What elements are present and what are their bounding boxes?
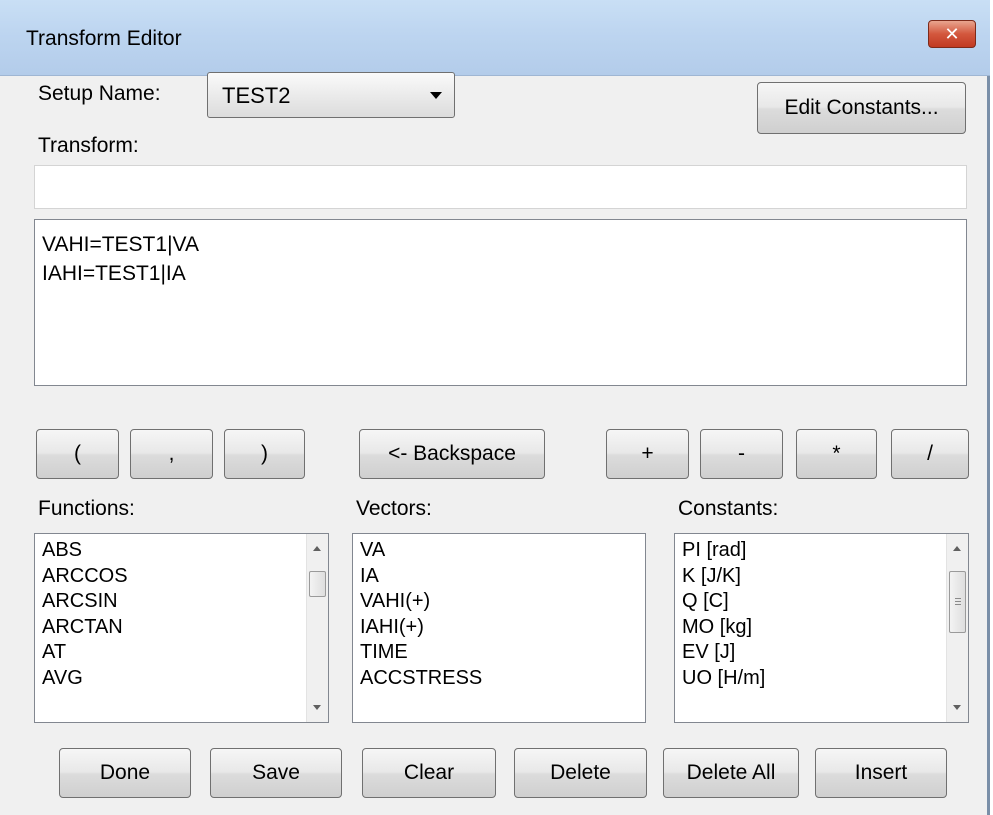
close-paren-label: ) — [261, 442, 268, 465]
grip-line — [955, 604, 961, 605]
edit-constants-label: Edit Constants... — [784, 96, 939, 119]
backspace-button[interactable]: <- Backspace — [359, 429, 545, 479]
close-icon: ✕ — [944, 23, 960, 44]
insert-button[interactable]: Insert — [815, 748, 947, 798]
vector-item[interactable]: VAHI(+) — [353, 589, 645, 615]
transform-input[interactable] — [34, 165, 967, 209]
minus-label: - — [738, 442, 745, 465]
delete-all-button[interactable]: Delete All — [663, 748, 799, 798]
constant-item[interactable]: MO [kg] — [675, 615, 968, 641]
plus-label: + — [641, 442, 654, 465]
constants-scrollbar[interactable] — [946, 534, 968, 722]
vector-item[interactable]: IA — [353, 564, 645, 590]
constant-item[interactable]: Q [C] — [675, 589, 968, 615]
transform-line[interactable]: IAHI=TEST1|IA — [42, 259, 966, 288]
vectors-listbox[interactable]: VA IA VAHI(+) IAHI(+) TIME ACCSTRESS — [352, 533, 646, 723]
close-paren-button[interactable]: ) — [224, 429, 305, 479]
vector-item[interactable]: VA — [353, 538, 645, 564]
functions-scrollbar[interactable] — [306, 534, 328, 722]
setup-name-dropdown[interactable]: TEST2 — [207, 72, 455, 118]
vectors-label: Vectors: — [356, 497, 432, 520]
minus-button[interactable]: - — [700, 429, 783, 479]
function-item[interactable]: AT — [35, 640, 328, 666]
scroll-down-arrow-icon[interactable] — [953, 705, 961, 710]
constant-item[interactable]: PI [rad] — [675, 538, 968, 564]
delete-label: Delete — [550, 761, 611, 784]
open-paren-label: ( — [74, 442, 81, 465]
transform-line[interactable]: VAHI=TEST1|VA — [42, 230, 966, 259]
divide-button[interactable]: / — [891, 429, 969, 479]
functions-scroll-thumb[interactable] — [309, 571, 326, 597]
constant-item[interactable]: UO [H/m] — [675, 666, 968, 692]
vector-item[interactable]: IAHI(+) — [353, 615, 645, 641]
function-item[interactable]: ABS — [35, 538, 328, 564]
insert-label: Insert — [854, 761, 908, 784]
function-item[interactable]: ARCSIN — [35, 589, 328, 615]
constant-item[interactable]: K [J/K] — [675, 564, 968, 590]
constants-listbox[interactable]: PI [rad] K [J/K] Q [C] MO [kg] EV [J] UO… — [674, 533, 969, 723]
vector-item[interactable]: ACCSTRESS — [353, 666, 645, 692]
scroll-up-arrow-icon[interactable] — [313, 546, 321, 551]
scroll-up-arrow-icon[interactable] — [953, 546, 961, 551]
edit-constants-button[interactable]: Edit Constants... — [757, 82, 966, 134]
transform-label: Transform: — [38, 134, 139, 157]
delete-all-label: Delete All — [686, 761, 776, 784]
grip-line — [955, 601, 961, 602]
multiply-button[interactable]: * — [796, 429, 877, 479]
function-item[interactable]: AVG — [35, 666, 328, 692]
grip-line — [955, 598, 961, 599]
plus-button[interactable]: + — [606, 429, 689, 479]
backspace-label: <- Backspace — [388, 442, 516, 465]
scroll-down-arrow-icon[interactable] — [313, 705, 321, 710]
transform-input-value — [35, 169, 43, 192]
close-button[interactable]: ✕ — [928, 20, 976, 48]
functions-label: Functions: — [38, 497, 135, 520]
clear-label: Clear — [403, 761, 455, 784]
comma-label: , — [168, 442, 175, 465]
clear-button[interactable]: Clear — [362, 748, 496, 798]
constants-label: Constants: — [678, 497, 779, 520]
vector-item[interactable]: TIME — [353, 640, 645, 666]
functions-listbox[interactable]: ABS ARCCOS ARCSIN ARCTAN AT AVG — [34, 533, 329, 723]
divide-label: / — [927, 442, 933, 465]
transform-editor-window: Transform Editor ✕ Setup Name: TEST2 Edi… — [0, 0, 990, 815]
save-button[interactable]: Save — [210, 748, 342, 798]
title-bar: Transform Editor ✕ — [0, 0, 990, 76]
done-label: Done — [99, 761, 151, 784]
function-item[interactable]: ARCTAN — [35, 615, 328, 641]
constants-scroll-thumb[interactable] — [949, 571, 966, 633]
save-label: Save — [252, 761, 300, 784]
function-item[interactable]: ARCCOS — [35, 564, 328, 590]
open-paren-button[interactable]: ( — [36, 429, 119, 479]
chevron-down-icon — [430, 92, 442, 99]
comma-button[interactable]: , — [130, 429, 213, 479]
constant-item[interactable]: EV [J] — [675, 640, 968, 666]
transform-list[interactable]: VAHI=TEST1|VA IAHI=TEST1|IA — [34, 219, 967, 386]
done-button[interactable]: Done — [59, 748, 191, 798]
setup-name-label: Setup Name: — [38, 82, 161, 105]
window-title: Transform Editor — [26, 27, 182, 50]
multiply-label: * — [832, 442, 841, 465]
delete-button[interactable]: Delete — [514, 748, 647, 798]
setup-name-value: TEST2 — [222, 83, 291, 108]
